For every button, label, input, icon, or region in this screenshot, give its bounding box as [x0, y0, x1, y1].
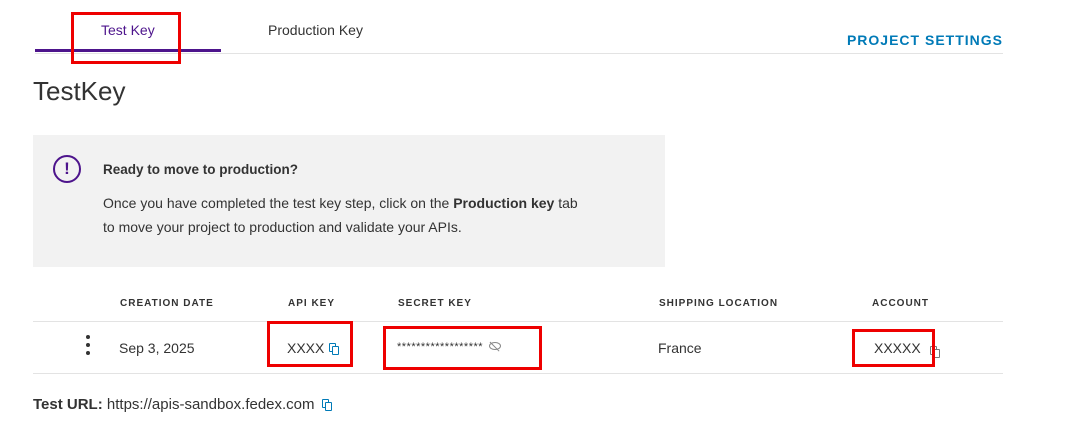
account-cell: XXXXX	[874, 340, 940, 358]
secret-key-cell: ******************	[397, 341, 502, 353]
copy-test-url-icon[interactable]	[321, 399, 332, 411]
header-secret-key: SECRET KEY	[398, 298, 472, 309]
tab-test-key[interactable]: Test Key	[101, 22, 155, 38]
notice-title: Ready to move to production?	[103, 162, 299, 177]
header-api-key: API KEY	[288, 298, 336, 309]
tab-production-key[interactable]: Production Key	[268, 22, 363, 38]
project-settings-link[interactable]: PROJECT SETTINGS	[847, 32, 1003, 48]
notice-body-prefix: Once you have completed the test key ste…	[103, 195, 454, 211]
secret-key-value: ******************	[397, 341, 484, 353]
header-shipping-location: SHIPPING LOCATION	[659, 298, 779, 309]
toggle-visibility-icon[interactable]	[489, 342, 502, 350]
shipping-location-value: France	[658, 340, 702, 356]
key-tabs: Test Key Production Key PROJECT SETTINGS	[35, 0, 1003, 54]
active-tab-indicator	[35, 49, 221, 52]
copy-api-key-icon[interactable]	[329, 343, 340, 355]
production-notice: ! Ready to move to production? Once you …	[33, 135, 665, 267]
notice-body-bold: Production key	[453, 195, 555, 211]
table-row: Sep 3, 2025 XXXX ****************** Fran…	[33, 321, 1003, 374]
page-title: TestKey	[33, 76, 126, 106]
header-creation-date: CREATION DATE	[120, 298, 214, 309]
test-url-label: Test URL:	[33, 396, 103, 413]
api-key-value: XXXX	[287, 340, 325, 356]
test-url-line: Test URL: https://apis-sandbox.fedex.com	[33, 396, 332, 413]
account-value: XXXXX	[874, 340, 921, 356]
kebab-menu-icon[interactable]	[85, 335, 91, 359]
header-account: ACCOUNT	[872, 298, 929, 309]
notice-body: Once you have completed the test key ste…	[103, 191, 583, 239]
creation-date-value: Sep 3, 2025	[119, 340, 195, 356]
test-url-value: https://apis-sandbox.fedex.com	[106, 396, 315, 413]
api-key-cell: XXXX	[287, 340, 340, 356]
copy-account-icon[interactable]	[929, 346, 940, 358]
exclamation-circle-icon: !	[53, 155, 81, 183]
